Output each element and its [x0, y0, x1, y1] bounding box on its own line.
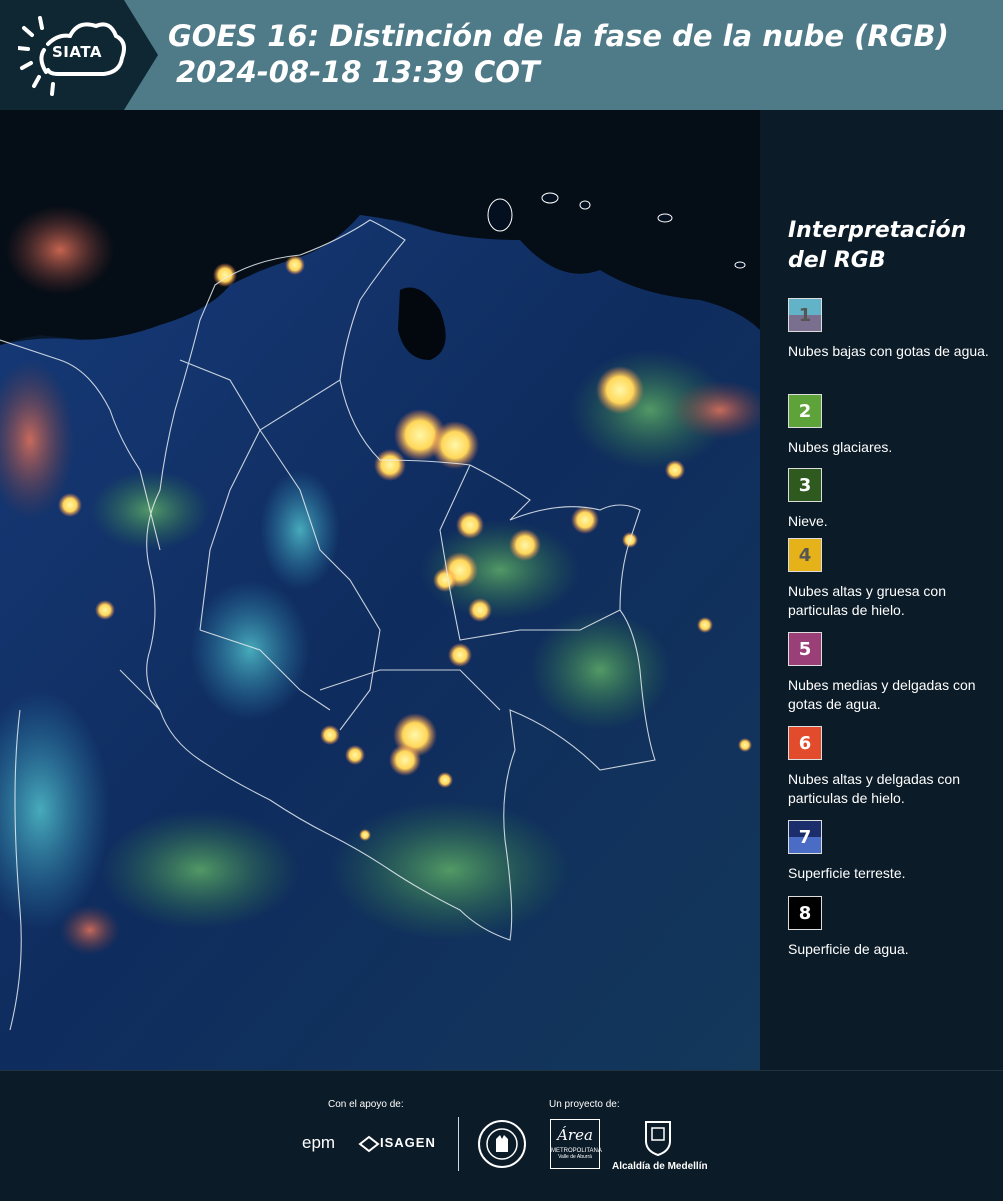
legend-title: Interpretación del RGB — [788, 218, 967, 273]
satellite-map — [0, 110, 760, 1070]
legend-swatch: 1 — [788, 298, 822, 332]
legend-label: Nubes medias y delgadas con gotas de agu… — [788, 677, 976, 712]
project-label: Un proyecto de: — [549, 1099, 620, 1110]
legend-item-2: 2 Nubes glaciares. — [788, 394, 1003, 457]
legend-label: Nubes bajas con gotas de agua. — [788, 343, 989, 359]
area-line2: Valle de Aburrá — [558, 1154, 592, 1160]
area-script: Área — [557, 1126, 593, 1144]
title-line1: GOES 16: Distinción de la fase de la nub… — [168, 19, 949, 53]
isagen-logo: ISAGEN — [380, 1135, 436, 1150]
legend-swatch: 7 — [788, 820, 822, 854]
legend-label: Superficie terreste. — [788, 865, 906, 881]
legend-label: Nubes glaciares. — [788, 439, 893, 455]
legend-swatch: 5 — [788, 632, 822, 666]
legend-item-5: 5 Nubes medias y delgadas con gotas de a… — [788, 632, 1003, 714]
legend-label: Nubes altas y delgadas con particulas de… — [788, 771, 960, 806]
legend-item-1: 1 Nubes bajas con gotas de agua. — [788, 298, 1003, 361]
legend-swatch: 3 — [788, 468, 822, 502]
alcaldia-shield-icon — [645, 1121, 671, 1157]
header-banner: SIATA GOES 16: Distinción de la fase de … — [0, 0, 1003, 110]
legend-label: Nieve. — [788, 513, 828, 529]
legend-swatch: 4 — [788, 538, 822, 572]
legend-swatch: 8 — [788, 896, 822, 930]
legend-item-6: 6 Nubes altas y delgadas con particulas … — [788, 726, 1003, 808]
title-timestamp: 2024-08-18 13:39 COT — [176, 55, 540, 89]
legend-item-3: 3 Nieve. — [788, 468, 1003, 531]
support-label: Con el apoyo de: — [328, 1099, 404, 1110]
legend-panel: Interpretación del RGB 1 Nubes bajas con… — [760, 110, 1003, 1070]
legend-label: Superficie de agua. — [788, 941, 909, 957]
footer: Con el apoyo de: Un proyecto de: epm ISA… — [0, 1070, 1003, 1201]
isagen-mark-icon — [358, 1135, 380, 1153]
legend-label: Nubes altas y gruesa con particulas de h… — [788, 583, 946, 618]
area-metropolitana-logo: Área METROPOLITANA Valle de Aburrá — [550, 1119, 602, 1169]
footer-divider — [458, 1117, 459, 1171]
legend-swatch: 6 — [788, 726, 822, 760]
legend-item-4: 4 Nubes altas y gruesa con particulas de… — [788, 538, 1003, 620]
epm-logo: epm — [302, 1133, 336, 1152]
legend-swatch: 2 — [788, 394, 822, 428]
legend-item-8: 8 Superficie de agua. — [788, 896, 1003, 959]
alcaldia-logo: Alcaldía de Medellín — [612, 1161, 708, 1172]
logo-text: SIATA — [52, 43, 103, 61]
seal-icon — [478, 1120, 526, 1168]
page-title: GOES 16: Distinción de la fase de la nub… — [168, 18, 949, 90]
satellite-rgb-map — [0, 110, 760, 1070]
legend-item-7: 7 Superficie terreste. — [788, 820, 1003, 883]
